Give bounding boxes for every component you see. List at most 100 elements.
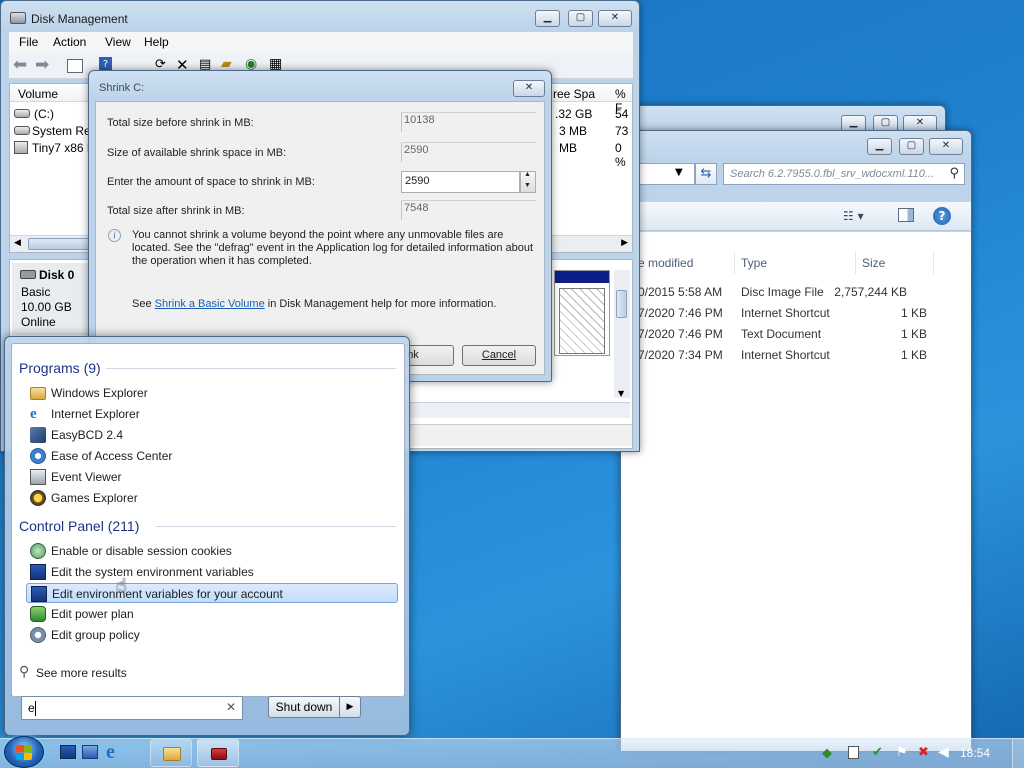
minimize-button[interactable]: ▁: [867, 138, 892, 155]
file-type: Internet Shortcut: [741, 348, 830, 362]
flag-icon[interactable]: ⚑: [896, 745, 908, 760]
clock[interactable]: 18:54: [960, 746, 990, 760]
column-modified[interactable]: e modified: [638, 256, 693, 270]
file-row[interactable]: 0/2015 5:58 AM Disc Image File 2,757,244…: [621, 282, 951, 303]
forward-arrow-icon[interactable]: ➡: [35, 55, 49, 75]
maximize-button[interactable]: ▢: [568, 10, 593, 27]
scroll-right-icon[interactable]: ▶: [621, 238, 628, 248]
file-row[interactable]: 7/2020 7:46 PM Internet Shortcut 1 KB: [621, 303, 951, 324]
column-size[interactable]: Size: [862, 256, 885, 270]
scroll-thumb[interactable]: [616, 290, 627, 318]
shutdown-options-button[interactable]: ▶: [339, 696, 361, 718]
taskbar-disk-management-button[interactable]: [197, 739, 239, 767]
column-free-space[interactable]: ree Spa: [553, 87, 595, 101]
disk-management-icon: [211, 748, 227, 760]
result-label: Edit environment variables for your acco…: [52, 587, 283, 601]
disk-name: Disk 0: [39, 268, 75, 282]
result-internet-explorer[interactable]: e Internet Explorer: [26, 404, 398, 424]
scroll-left-icon[interactable]: ◀: [14, 238, 21, 248]
cookies-icon: [30, 543, 46, 559]
file-row[interactable]: 7/2020 7:46 PM Text Document 1 KB: [621, 324, 951, 345]
switch-windows-icon[interactable]: [82, 745, 98, 759]
shrink-amount-input[interactable]: 2590: [401, 171, 520, 193]
toolbar: ☷ ▾ ?: [621, 201, 971, 231]
menu-action[interactable]: Action: [53, 35, 86, 49]
cancel-button[interactable]: Cancel: [462, 345, 536, 366]
close-button[interactable]: ✕: [929, 138, 963, 155]
shrink-amount-label: Enter the amount of space to shrink in M…: [107, 176, 315, 188]
network-disconnected-icon[interactable]: ✖: [918, 745, 929, 760]
see-more-label: See more results: [36, 666, 127, 680]
result-event-viewer[interactable]: Event Viewer: [26, 467, 398, 487]
spin-down-icon[interactable]: ▼: [524, 182, 531, 189]
ie-quicklaunch-icon[interactable]: e: [106, 741, 115, 764]
result-group-policy[interactable]: Edit group policy: [26, 625, 398, 645]
result-user-env-vars[interactable]: Edit environment variables for your acco…: [26, 583, 398, 603]
chevron-down-icon[interactable]: ▼: [675, 167, 683, 178]
total-after-label: Total size after shrink in MB:: [107, 205, 245, 217]
start-search-input[interactable]: e ✕: [21, 696, 243, 720]
show-desktop-strip[interactable]: [1012, 739, 1024, 768]
volume-icon[interactable]: ◀: [938, 744, 949, 760]
scroll-thumb[interactable]: [28, 238, 92, 250]
preview-pane-icon[interactable]: [898, 208, 914, 222]
vertical-scrollbar[interactable]: ▼: [614, 270, 630, 398]
security-check-icon[interactable]: ✔: [872, 745, 883, 760]
back-arrow-icon[interactable]: ⬅: [13, 55, 27, 75]
maximize-button[interactable]: ▢: [899, 138, 924, 155]
spin-up-icon[interactable]: ▲: [524, 171, 531, 178]
file-modified: 7/2020 7:46 PM: [638, 327, 723, 341]
result-label: EasyBCD 2.4: [51, 428, 124, 442]
result-system-env-vars[interactable]: Edit the system environment variables: [26, 562, 398, 582]
show-desktop-icon[interactable]: [60, 745, 76, 759]
clear-search-icon[interactable]: ✕: [226, 700, 236, 714]
network-status-icon[interactable]: ◆: [822, 746, 832, 761]
file-size: 2,757,244 KB: [834, 285, 907, 299]
console-tree-icon[interactable]: [67, 59, 83, 73]
result-games-explorer[interactable]: Games Explorer: [26, 488, 398, 508]
menu-view[interactable]: View: [105, 35, 131, 49]
notes-icon[interactable]: [848, 746, 859, 759]
column-type[interactable]: Type: [741, 256, 767, 270]
search-icon: ⚲: [949, 166, 959, 181]
see-more-results[interactable]: ⚲ See more results: [19, 663, 219, 683]
result-windows-explorer[interactable]: Windows Explorer: [26, 383, 398, 403]
disk-label-panel[interactable]: Disk 0 Basic 10.00 GB Online: [12, 263, 90, 335]
search-box[interactable]: Search 6.2.7955.0.fbl_srv_wdocxml.110...…: [723, 163, 965, 185]
start-button[interactable]: [4, 736, 44, 768]
column-divider: [933, 252, 934, 274]
refresh-button[interactable]: ⇆: [695, 163, 717, 185]
result-label: Internet Explorer: [51, 407, 140, 421]
views-icon[interactable]: ☷ ▾: [843, 209, 864, 223]
result-easybcd[interactable]: EasyBCD 2.4: [26, 425, 398, 445]
event-viewer-icon: [30, 469, 46, 485]
chevron-right-icon: ▶: [346, 702, 354, 712]
drive-icon: [14, 126, 30, 135]
close-button[interactable]: ✕: [513, 80, 545, 97]
result-ease-of-access[interactable]: Ease of Access Center: [26, 446, 398, 466]
disk-icon: [20, 270, 36, 279]
result-session-cookies[interactable]: Enable or disable session cookies: [26, 541, 398, 561]
help-icon[interactable]: ?: [933, 207, 951, 225]
help-link[interactable]: Shrink a Basic Volume: [155, 298, 265, 310]
file-row[interactable]: 7/2020 7:34 PM Internet Shortcut 1 KB: [621, 345, 951, 366]
menu-file[interactable]: File: [19, 35, 38, 49]
scroll-down-icon[interactable]: ▼: [618, 389, 624, 398]
dialog-title: Shrink C:: [99, 82, 145, 94]
menu-help[interactable]: Help: [144, 35, 169, 49]
explorer-window: ▁ ▢ ✕ ▼ ⇆ Search 6.2.7955.0.fbl_srv_wdoc…: [620, 130, 972, 751]
search-icon: ⚲: [19, 663, 30, 679]
drive-icon: [14, 109, 30, 118]
shutdown-button[interactable]: Shut down: [268, 696, 340, 718]
taskbar-explorer-button[interactable]: [150, 739, 192, 767]
file-modified: 7/2020 7:46 PM: [638, 306, 723, 320]
column-volume[interactable]: Volume: [18, 87, 58, 101]
control-panel-header: Control Panel (211): [19, 518, 140, 534]
result-power-plan[interactable]: Edit power plan: [26, 604, 398, 624]
window-title: Disk Management: [31, 12, 128, 26]
system-icon: [31, 586, 47, 602]
shrink-amount-spinner[interactable]: ▲ ▼: [520, 171, 536, 193]
minimize-button[interactable]: ▁: [535, 10, 560, 27]
partition-block[interactable]: [554, 270, 610, 356]
close-button[interactable]: ✕: [598, 10, 632, 27]
